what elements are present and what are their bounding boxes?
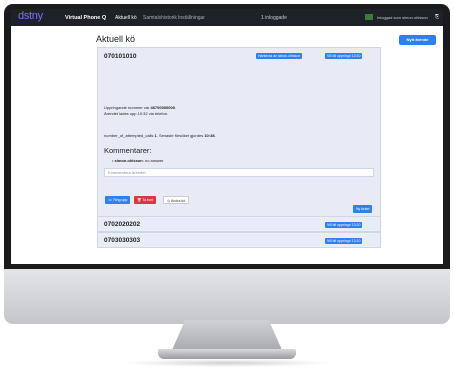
monitor: dstny Virtual Phone Q Aktuell kö Samtals… bbox=[4, 4, 450, 324]
phone-icon: ☏ bbox=[108, 198, 113, 202]
queue-item[interactable]: 0702020202 Vill bli uppringd 13:20 bbox=[97, 216, 381, 232]
comment-input[interactable]: Kommentera ärendet bbox=[104, 168, 374, 177]
callback-badge: Vill bli uppringd 13:20 bbox=[325, 222, 363, 228]
comment-item: • simon.ohlsson: no answer bbox=[112, 158, 164, 163]
queue-number: 0702020202 bbox=[104, 221, 141, 228]
nav-link-call-history[interactable]: Samtalshistorik bbox=[143, 15, 177, 21]
change-time-button[interactable]: ◷ Ändra tid bbox=[163, 196, 190, 204]
caller-info: Uppringande nummer var 46700000000. bbox=[104, 105, 177, 110]
clock-icon: ◷ bbox=[167, 199, 171, 203]
navbar: dstny Virtual Phone Q Aktuell kö Samtals… bbox=[11, 9, 443, 26]
logout-icon[interactable]: ⎘ bbox=[435, 14, 439, 20]
user-status: Inloggad som simon.ohlsson bbox=[377, 15, 428, 20]
brand-logo[interactable]: dstny bbox=[18, 10, 43, 22]
screen: dstny Virtual Phone Q Aktuell kö Samtals… bbox=[11, 9, 443, 264]
trash-icon: 🗑 bbox=[137, 198, 142, 202]
queue-item[interactable]: 0703030303 Vill bli uppringd 13:10 bbox=[97, 232, 381, 248]
nav-link-current-queue[interactable]: Aktuell kö bbox=[115, 15, 137, 21]
monitor-chin bbox=[4, 269, 450, 324]
queue-number: 070101010 bbox=[104, 53, 137, 60]
delete-button[interactable]: 🗑 Ta bort bbox=[134, 196, 157, 204]
app-title[interactable]: Virtual Phone Q bbox=[65, 15, 106, 21]
nav-link-settings[interactable]: Inställningar bbox=[178, 15, 205, 21]
callback-badge: Vill bli uppringd 13:10 bbox=[325, 53, 363, 59]
handled-by-badge: Hanteras av simon.ohlsson bbox=[256, 53, 303, 59]
monitor-base bbox=[158, 349, 296, 359]
comments-heading: Kommentarer: bbox=[104, 146, 152, 155]
callback-badge: Vill bli uppringd 13:10 bbox=[325, 238, 363, 244]
queue-number: 0703030303 bbox=[104, 237, 141, 244]
attempts-info: number_of_attempted_calls 1. Senaste för… bbox=[104, 133, 216, 138]
new-ticket-button[interactable]: Ny ticket bbox=[353, 205, 373, 213]
logged-in-count: 1 inloggade bbox=[261, 15, 287, 21]
call-button[interactable]: ☏ Ring upp bbox=[105, 196, 131, 204]
monitor-stand bbox=[172, 320, 282, 350]
stand-shadow bbox=[120, 359, 334, 367]
case-created-info: Ärendet lades upp 10:32 via telefon. bbox=[104, 111, 169, 116]
page-title: Aktuell kö bbox=[96, 34, 136, 44]
flag-icon bbox=[365, 14, 373, 20]
queue-item-expanded[interactable]: 070101010 Hanteras av simon.ohlsson Vill… bbox=[97, 47, 381, 220]
new-case-button[interactable]: Nytt ärende bbox=[399, 35, 436, 45]
